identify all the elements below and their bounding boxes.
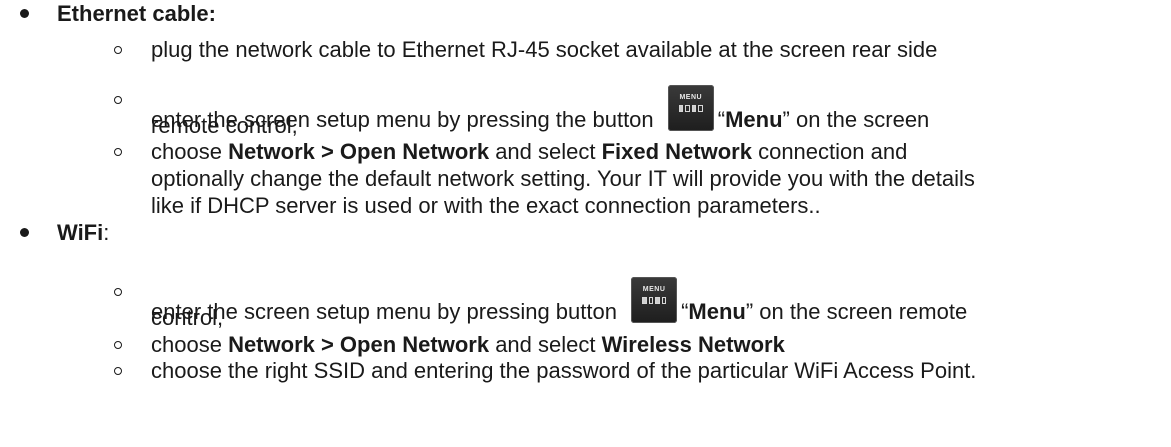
item-text: “ — [717, 107, 726, 132]
menu-glyph-icon — [642, 297, 667, 304]
list-item: choose Network > Open Network and select… — [151, 332, 785, 358]
item-text: ” on the screen remote — [745, 299, 968, 324]
item-text: choose the right SSID and entering the p… — [151, 358, 977, 383]
list-item: plug the network cable to Ethernet RJ-45… — [151, 37, 937, 63]
list-item-continuation: control, — [151, 305, 223, 331]
item-text: choose — [151, 139, 229, 164]
connection-type: Wireless Network — [601, 332, 785, 357]
menu-button-icon: MENU — [631, 277, 678, 323]
bullet-dot — [20, 228, 29, 237]
item-text: like if DHCP server is used or with the … — [151, 193, 821, 218]
item-text: plug the network cable to Ethernet RJ-45… — [151, 37, 938, 62]
item-text: and select — [489, 332, 602, 357]
bullet-ring — [114, 367, 122, 375]
bullet-ring — [114, 288, 122, 296]
menu-icon-label: MENU — [679, 94, 703, 101]
list-item-continuation: like if DHCP server is used or with the … — [151, 193, 821, 219]
menu-path: Network > Open Network — [228, 332, 490, 357]
menu-path: Network > Open Network — [228, 139, 490, 164]
item-text: remote control, — [151, 113, 298, 138]
section-label-suffix: : — [103, 220, 110, 245]
list-item: enter the screen setup menu by pressing … — [151, 277, 968, 325]
item-text: choose — [151, 332, 229, 357]
item-text: and select — [489, 139, 602, 164]
item-text: optionally change the default network se… — [151, 166, 975, 191]
menu-button-icon: MENU — [667, 85, 714, 131]
list-item-continuation: remote control, — [151, 113, 298, 139]
section-label: Ethernet cable: — [57, 1, 216, 26]
item-text: connection and — [751, 139, 908, 164]
item-text: control, — [151, 305, 224, 330]
bullet-dot — [20, 9, 29, 18]
document: Ethernet cable: plug the network cable t… — [0, 0, 1171, 447]
item-text: ” on the screen — [782, 107, 930, 132]
bullet-ring — [114, 341, 122, 349]
list-item: choose the right SSID and entering the p… — [151, 358, 976, 384]
menu-glyph-icon — [678, 105, 703, 112]
list-item-continuation: optionally change the default network se… — [151, 166, 975, 192]
menu-label: Menu — [725, 107, 783, 132]
section-heading-wifi: WiFi: — [57, 220, 109, 246]
menu-label: Menu — [688, 299, 746, 324]
bullet-ring — [114, 96, 122, 104]
menu-icon-label: MENU — [642, 286, 666, 293]
bullet-ring — [114, 148, 122, 156]
bullet-ring — [114, 46, 122, 54]
connection-type: Fixed Network — [601, 139, 752, 164]
list-item: choose Network > Open Network and select… — [151, 139, 907, 165]
section-heading-ethernet: Ethernet cable: — [57, 1, 216, 27]
section-label: WiFi — [57, 220, 104, 245]
